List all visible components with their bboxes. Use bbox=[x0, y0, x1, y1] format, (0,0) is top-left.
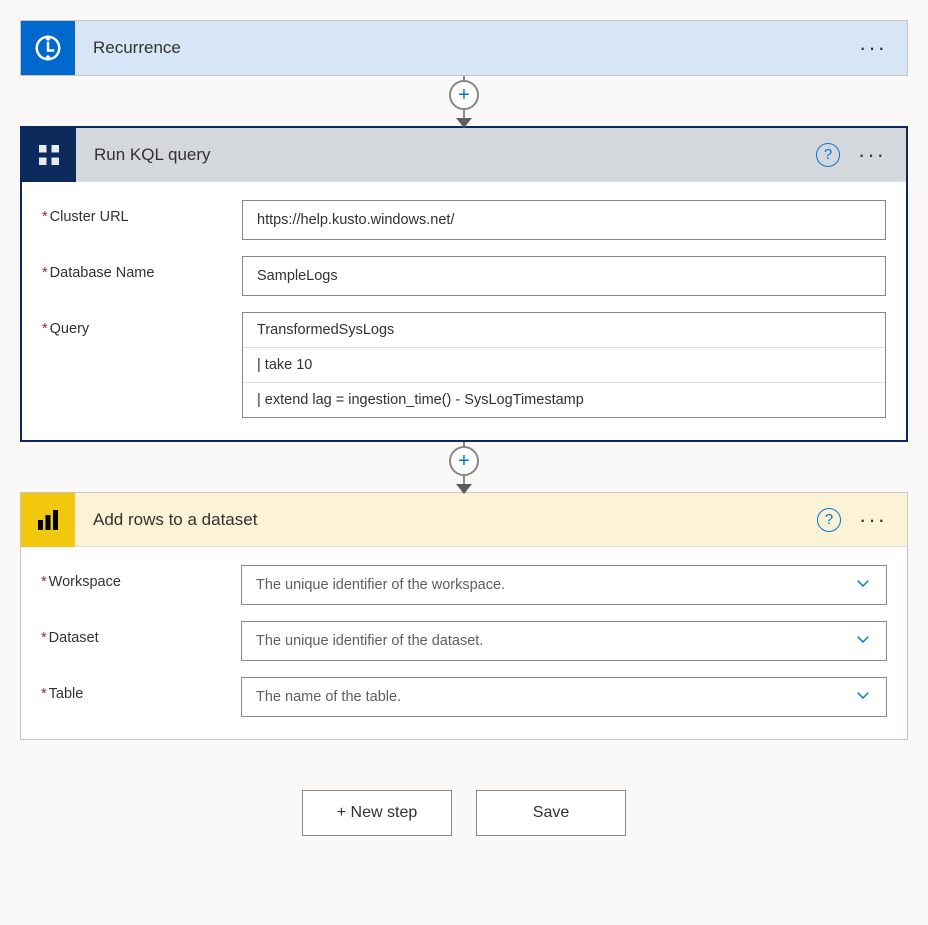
help-icon[interactable]: ? bbox=[817, 508, 841, 532]
chevron-down-icon bbox=[854, 574, 872, 596]
recurrence-icon bbox=[21, 21, 75, 75]
more-menu-button[interactable]: ··· bbox=[854, 138, 890, 172]
field-label: *Database Name bbox=[42, 256, 242, 281]
kusto-icon bbox=[22, 128, 76, 182]
field-label: *Dataset bbox=[41, 621, 241, 646]
add-step-button[interactable]: + bbox=[449, 80, 479, 110]
help-icon[interactable]: ? bbox=[816, 143, 840, 167]
step-title: Add rows to a dataset bbox=[75, 510, 817, 530]
workspace-dropdown[interactable]: The unique identifier of the workspace. bbox=[241, 565, 887, 605]
field-label: *Cluster URL bbox=[42, 200, 242, 225]
chevron-down-icon bbox=[854, 686, 872, 708]
save-button[interactable]: Save bbox=[476, 790, 626, 836]
new-step-button[interactable]: + New step bbox=[302, 790, 452, 836]
database-name-input[interactable]: SampleLogs bbox=[242, 256, 886, 296]
powerbi-icon bbox=[21, 493, 75, 547]
field-label: *Table bbox=[41, 677, 241, 702]
step-title: Recurrence bbox=[75, 38, 855, 58]
more-menu-button[interactable]: ··· bbox=[855, 31, 891, 65]
step-recurrence[interactable]: Recurrence ··· bbox=[20, 20, 908, 76]
field-label: *Workspace bbox=[41, 565, 241, 590]
connector: + bbox=[449, 442, 479, 492]
step-title: Run KQL query bbox=[76, 145, 816, 165]
query-input[interactable]: TransformedSysLogs | take 10 | extend la… bbox=[242, 312, 886, 418]
step-add-rows-to-dataset[interactable]: Add rows to a dataset ? ··· *Workspace T… bbox=[20, 492, 908, 740]
table-dropdown[interactable]: The name of the table. bbox=[241, 677, 887, 717]
more-menu-button[interactable]: ··· bbox=[855, 503, 891, 537]
step-run-kql-query[interactable]: Run KQL query ? ··· *Cluster URL https:/… bbox=[20, 126, 908, 442]
cluster-url-input[interactable]: https://help.kusto.windows.net/ bbox=[242, 200, 886, 240]
field-label: *Query bbox=[42, 312, 242, 337]
connector: + bbox=[449, 76, 479, 126]
chevron-down-icon bbox=[854, 630, 872, 652]
add-step-button[interactable]: + bbox=[449, 446, 479, 476]
dataset-dropdown[interactable]: The unique identifier of the dataset. bbox=[241, 621, 887, 661]
